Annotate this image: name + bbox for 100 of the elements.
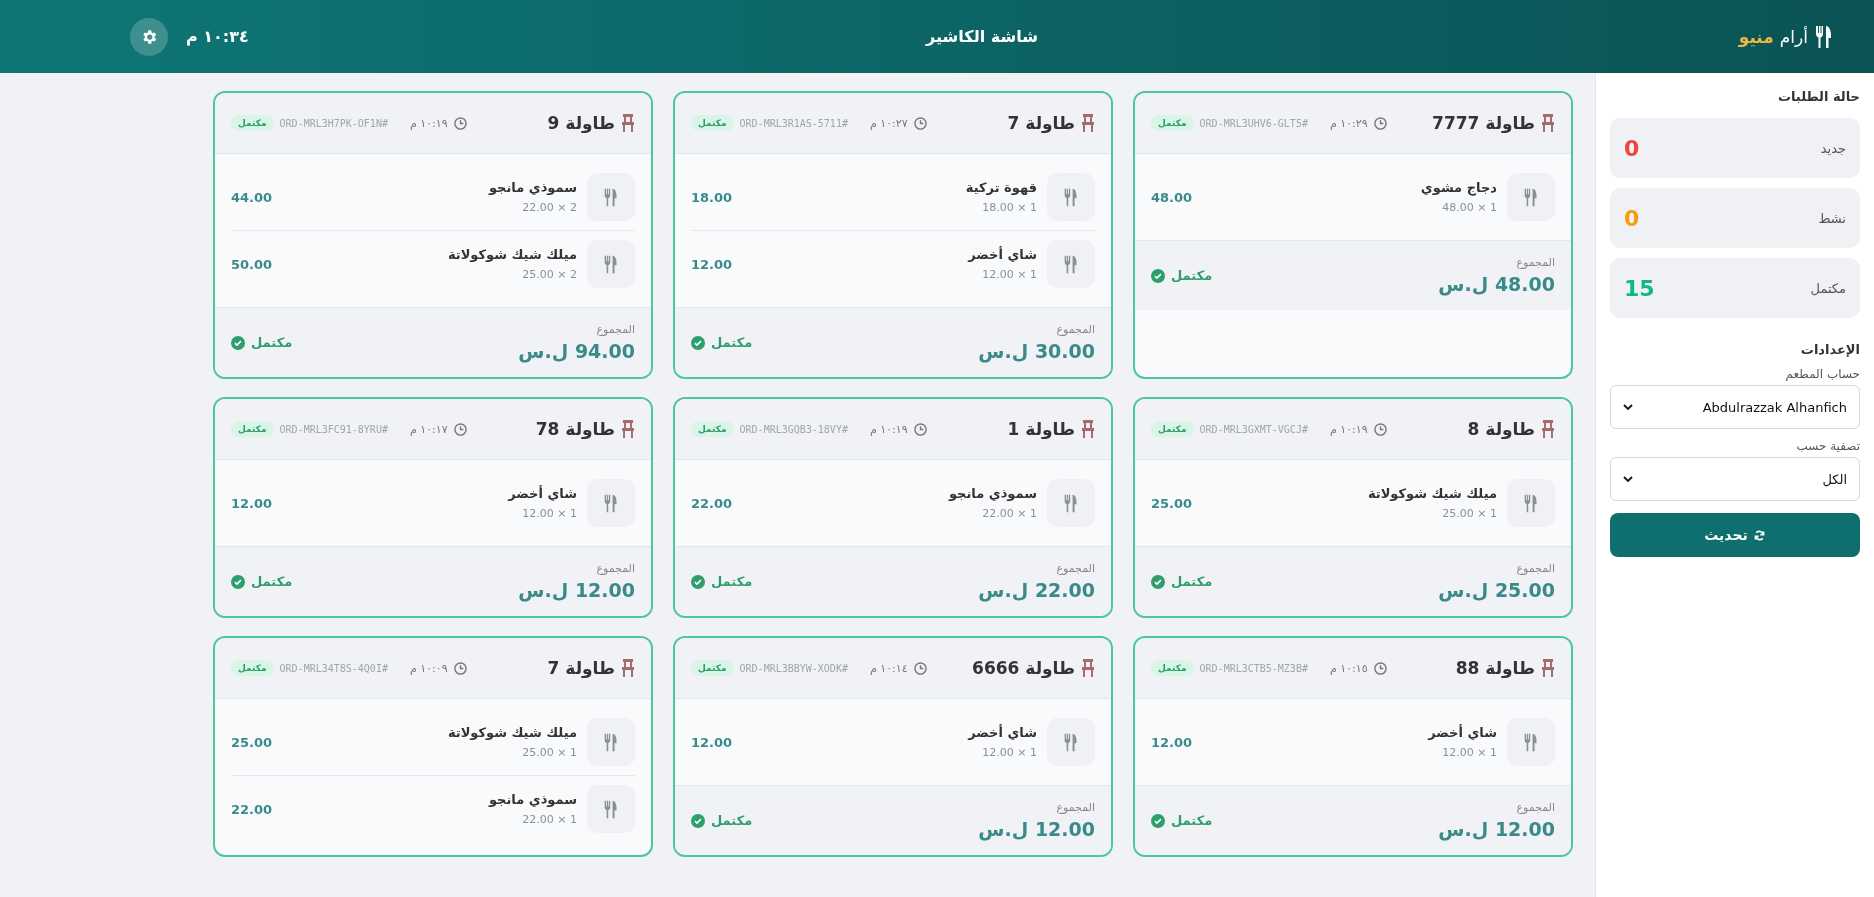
stat-count: 0 xyxy=(1624,205,1640,231)
status-badge: مكتمل xyxy=(231,660,274,676)
order-id: #ORD-MRL3BBYW-XODK xyxy=(739,662,848,674)
item-quantity: 1 × 25.00 xyxy=(521,746,577,759)
check-circle-icon xyxy=(231,335,245,350)
order-id: #ORD-MRL3R1AS-5711 xyxy=(739,117,848,129)
order-time: ١٠:٢٧ م xyxy=(869,116,908,130)
total-amount: 30.00 ل.س xyxy=(977,340,1095,362)
clock-icon xyxy=(913,116,927,130)
chair-icon xyxy=(1081,659,1095,677)
order-id: #ORD-MRL3GXMT-VGCJ xyxy=(1199,423,1308,435)
status-label: مكتمل xyxy=(1171,268,1213,283)
status-badge: مكتمل xyxy=(691,115,734,131)
order-time: ١٠:٢٩ م xyxy=(1329,116,1368,130)
order-time: ١٠:١٩ م xyxy=(409,116,448,130)
check-circle-icon xyxy=(691,574,705,589)
account-select[interactable]: Abdulrazzak Alhanfich xyxy=(1610,385,1860,429)
chair-icon xyxy=(1541,114,1555,132)
field-label: تصفية حسب xyxy=(1795,439,1860,453)
total-label: المجموع xyxy=(595,562,635,575)
item-quantity: 1 × 25.00 xyxy=(1441,507,1497,520)
total-amount: 48.00 ل.س xyxy=(1437,273,1555,295)
clock-icon xyxy=(913,422,927,436)
item-quantity: 2 × 22.00 xyxy=(521,201,577,214)
fork-knife-icon xyxy=(1063,493,1079,513)
stat-label: مكتمل xyxy=(1810,280,1846,296)
fork-knife-icon xyxy=(603,493,619,513)
status-label: مكتمل xyxy=(711,335,753,350)
status-badge: مكتمل xyxy=(1151,115,1194,131)
fork-knife-icon xyxy=(1063,732,1079,752)
status-badge: مكتمل xyxy=(231,115,274,131)
item-quantity: 1 × 12.00 xyxy=(521,507,577,520)
total-label: المجموع xyxy=(1055,323,1095,336)
check-circle-icon xyxy=(1151,813,1165,828)
item-price: 22.00 xyxy=(231,801,273,817)
status-badge: مكتمل xyxy=(691,660,734,676)
brand-name-accent: منيو xyxy=(1738,26,1774,47)
clock-icon xyxy=(453,661,467,675)
item-name: قهوة تركية xyxy=(964,180,1037,195)
check-circle-icon xyxy=(691,813,705,828)
total-label: المجموع xyxy=(1515,562,1555,575)
chevron-down-icon xyxy=(1623,476,1633,482)
item-name: شاي أخضر xyxy=(966,247,1037,262)
clock-icon xyxy=(1373,661,1387,675)
order-time: ١٠:١٧ م xyxy=(409,422,448,436)
item-price: 22.00 xyxy=(691,495,733,511)
table-name: طاولة 6666 xyxy=(972,658,1075,678)
total-amount: 22.00 ل.س xyxy=(977,579,1095,601)
item-quantity: 1 × 12.00 xyxy=(981,746,1037,759)
check-circle-icon xyxy=(1151,574,1165,589)
item-name: شاي أخضر xyxy=(1426,725,1497,740)
item-name: ميلك شيك شوكولاتة xyxy=(446,725,577,740)
stat-label: جديد xyxy=(1820,140,1846,156)
clock-icon xyxy=(1373,116,1387,130)
status-badge: مكتمل xyxy=(231,421,274,437)
table-name: طاولة 8 xyxy=(1467,419,1535,439)
settings-button[interactable] xyxy=(130,17,168,56)
item-price: 12.00 xyxy=(1151,734,1193,750)
item-quantity: 1 × 22.00 xyxy=(981,507,1037,520)
total-amount: 25.00 ل.س xyxy=(1437,579,1555,601)
status-badge: مكتمل xyxy=(691,421,734,437)
item-quantity: 1 × 48.00 xyxy=(1441,201,1497,214)
fork-knife-icon xyxy=(603,732,619,752)
section-title: الإعدادات xyxy=(1799,342,1860,357)
total-amount: 12.00 ل.س xyxy=(517,579,635,601)
table-name: طاولة 78 xyxy=(535,419,615,439)
item-quantity: 2 × 25.00 xyxy=(521,268,577,281)
table-name: طاولة 9 xyxy=(547,113,615,133)
order-time: ١٠:١٩ م xyxy=(1329,422,1368,436)
chair-icon xyxy=(621,420,635,438)
fork-knife-icon xyxy=(1063,187,1079,207)
clock-time: ١٠:٣٤ م xyxy=(186,27,249,46)
fork-knife-icon xyxy=(1814,24,1834,49)
chair-icon xyxy=(1541,420,1555,438)
table-name: طاولة 7 xyxy=(547,658,615,678)
chair-icon xyxy=(1081,420,1095,438)
total-amount: 12.00 ل.س xyxy=(977,818,1095,840)
clock-icon xyxy=(453,422,467,436)
order-id: #ORD-MRL3H7PK-OF1N xyxy=(279,117,388,129)
refresh-icon xyxy=(1752,528,1766,542)
order-id: #ORD-MRL3UHV6-GLT5 xyxy=(1199,117,1308,129)
filter-select[interactable]: الكل xyxy=(1610,457,1860,501)
item-price: 48.00 xyxy=(1151,189,1193,205)
status-label: مكتمل xyxy=(711,574,753,589)
order-id: #ORD-MRL3FC91-8YRU xyxy=(279,423,388,435)
status-label: مكتمل xyxy=(1171,813,1213,828)
item-name: ميلك شيك شوكولاتة xyxy=(1366,486,1497,501)
fork-knife-icon xyxy=(603,254,619,274)
status-label: مكتمل xyxy=(251,335,293,350)
total-label: المجموع xyxy=(1055,562,1095,575)
item-price: 44.00 xyxy=(231,189,273,205)
item-price: 25.00 xyxy=(231,734,273,750)
order-id: #ORD-MRL3GQB3-18VY xyxy=(739,423,848,435)
status-badge: مكتمل xyxy=(1151,660,1194,676)
total-amount: 94.00 ل.س xyxy=(517,340,635,362)
chevron-down-icon xyxy=(1623,404,1633,410)
status-label: مكتمل xyxy=(711,813,753,828)
order-time: ١٠:١٤ م xyxy=(869,661,908,675)
refresh-button[interactable]: تحديث xyxy=(1610,513,1860,557)
chair-icon xyxy=(621,114,635,132)
